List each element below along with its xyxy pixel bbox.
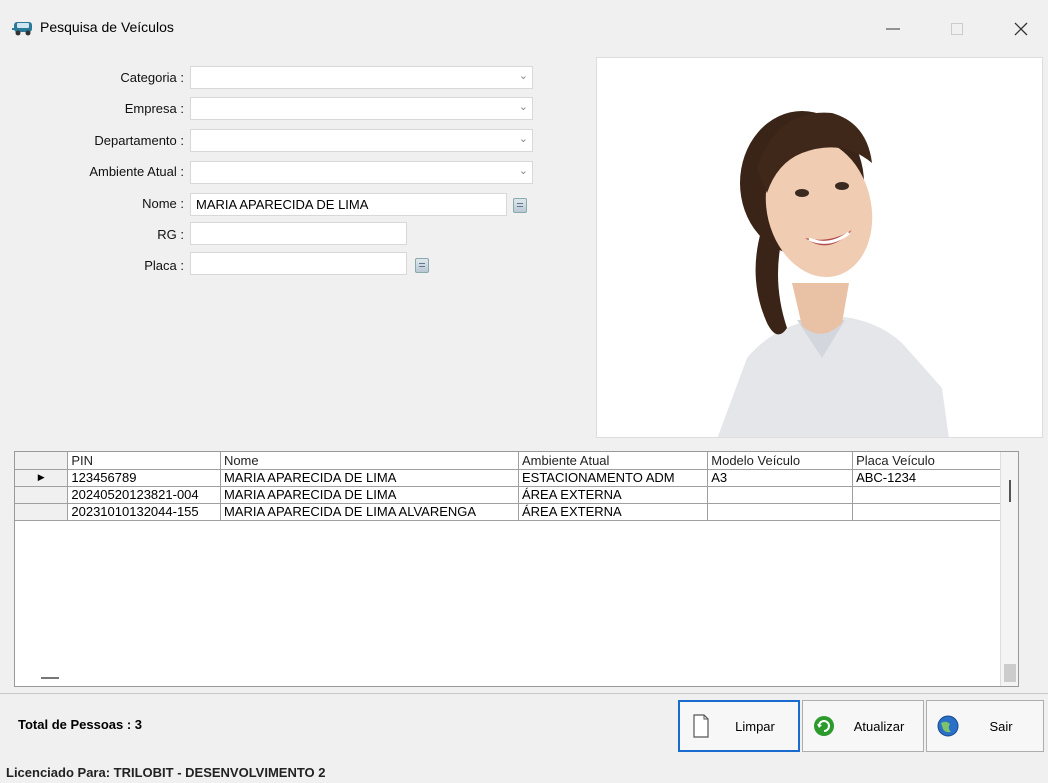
empresa-label: Empresa : xyxy=(124,101,184,116)
cell-ambiente: ÁREA EXTERNA xyxy=(518,503,709,521)
globe-exit-icon xyxy=(937,714,959,738)
categoria-label: Categoria : xyxy=(120,70,184,85)
placa-label: Placa : xyxy=(144,258,184,273)
column-header-placa[interactable]: Placa Veículo xyxy=(852,452,1002,470)
list-lookup-icon[interactable] xyxy=(513,198,527,213)
cell-nome: MARIA APARECIDA DE LIMA ALVARENGA xyxy=(220,503,519,521)
chevron-down-icon: ⌄ xyxy=(518,101,528,113)
cell-modelo: A3 xyxy=(707,469,854,487)
nome-label: Nome : xyxy=(142,196,184,211)
close-icon xyxy=(1014,22,1028,36)
results-grid[interactable]: PIN Nome Ambiente Atual Modelo Veículo P… xyxy=(14,451,1019,687)
departamento-combo[interactable]: ⌄ xyxy=(190,129,533,152)
title-bar: Pesquisa de Veículos xyxy=(0,0,1048,48)
close-button[interactable] xyxy=(998,10,1044,48)
cell-pin: 20231010132044-155 xyxy=(67,503,221,521)
row-indicator xyxy=(15,503,69,521)
vertical-scrollbar[interactable] xyxy=(1000,452,1018,686)
table-row[interactable]: 20240520123821-004 MARIA APARECIDA DE LI… xyxy=(15,486,1018,504)
blank-page-icon xyxy=(690,714,712,738)
cell-modelo xyxy=(707,503,854,521)
column-header-nome[interactable]: Nome xyxy=(220,452,519,470)
vehicle-icon xyxy=(12,22,32,36)
cell-modelo xyxy=(707,486,854,504)
window-title: Pesquisa de Veículos xyxy=(40,19,174,35)
limpar-button[interactable]: Limpar xyxy=(678,700,800,752)
row-indicator-header xyxy=(15,452,69,470)
column-header-ambiente[interactable]: Ambiente Atual xyxy=(518,452,709,470)
total-count: Total de Pessoas : 3 xyxy=(18,717,143,732)
maximize-button[interactable] xyxy=(934,10,980,48)
column-header-pin[interactable]: PIN xyxy=(67,452,221,470)
column-header-modelo[interactable]: Modelo Veículo xyxy=(707,452,854,470)
cell-pin: 123456789 xyxy=(67,469,221,487)
cell-placa: ABC-1234 xyxy=(852,469,1002,487)
chevron-down-icon: ⌄ xyxy=(518,133,528,145)
cell-ambiente: ÁREA EXTERNA xyxy=(518,486,709,504)
table-row[interactable]: 20231010132044-155 MARIA APARECIDA DE LI… xyxy=(15,503,1018,521)
departamento-label: Departamento : xyxy=(94,133,184,148)
ambiente-combo[interactable]: ⌄ xyxy=(190,161,533,184)
sair-button[interactable]: Sair xyxy=(926,700,1044,752)
categoria-combo[interactable]: ⌄ xyxy=(190,66,533,89)
row-indicator xyxy=(15,486,69,504)
cell-placa xyxy=(852,503,1002,521)
chevron-down-icon: ⌄ xyxy=(518,165,528,177)
ambiente-label: Ambiente Atual : xyxy=(89,164,184,179)
atualizar-button[interactable]: Atualizar xyxy=(802,700,924,752)
minimize-button[interactable] xyxy=(870,10,916,48)
placa-input[interactable] xyxy=(190,252,407,275)
footer-divider xyxy=(0,693,1048,694)
nome-input[interactable]: MARIA APARECIDA DE LIMA xyxy=(190,193,507,216)
empresa-combo[interactable]: ⌄ xyxy=(190,97,533,120)
cell-placa xyxy=(852,486,1002,504)
license-status: Licenciado Para: TRILOBIT - DESENVOLVIME… xyxy=(6,765,326,780)
chevron-down-icon: ⌄ xyxy=(518,70,528,82)
row-selector-arrow-icon: ▶ xyxy=(15,469,69,487)
cell-nome: MARIA APARECIDA DE LIMA xyxy=(220,469,519,487)
minimize-icon xyxy=(886,28,900,30)
scrollbar-thumb[interactable] xyxy=(1004,664,1016,682)
rg-input[interactable] xyxy=(190,222,407,245)
horizontal-scroll-indicator[interactable] xyxy=(41,677,59,679)
scrollbar-track-mark xyxy=(1009,480,1011,502)
refresh-icon xyxy=(813,714,835,738)
list-lookup-icon[interactable] xyxy=(415,258,429,273)
grid-header-row: PIN Nome Ambiente Atual Modelo Veículo P… xyxy=(15,452,1018,470)
cell-ambiente: ESTACIONAMENTO ADM xyxy=(518,469,709,487)
cell-pin: 20240520123821-004 xyxy=(67,486,221,504)
person-portrait xyxy=(597,58,1042,437)
rg-label: RG : xyxy=(157,227,184,242)
cell-nome: MARIA APARECIDA DE LIMA xyxy=(220,486,519,504)
table-row[interactable]: ▶ 123456789 MARIA APARECIDA DE LIMA ESTA… xyxy=(15,469,1018,487)
maximize-icon xyxy=(951,23,963,35)
person-photo xyxy=(596,57,1043,438)
